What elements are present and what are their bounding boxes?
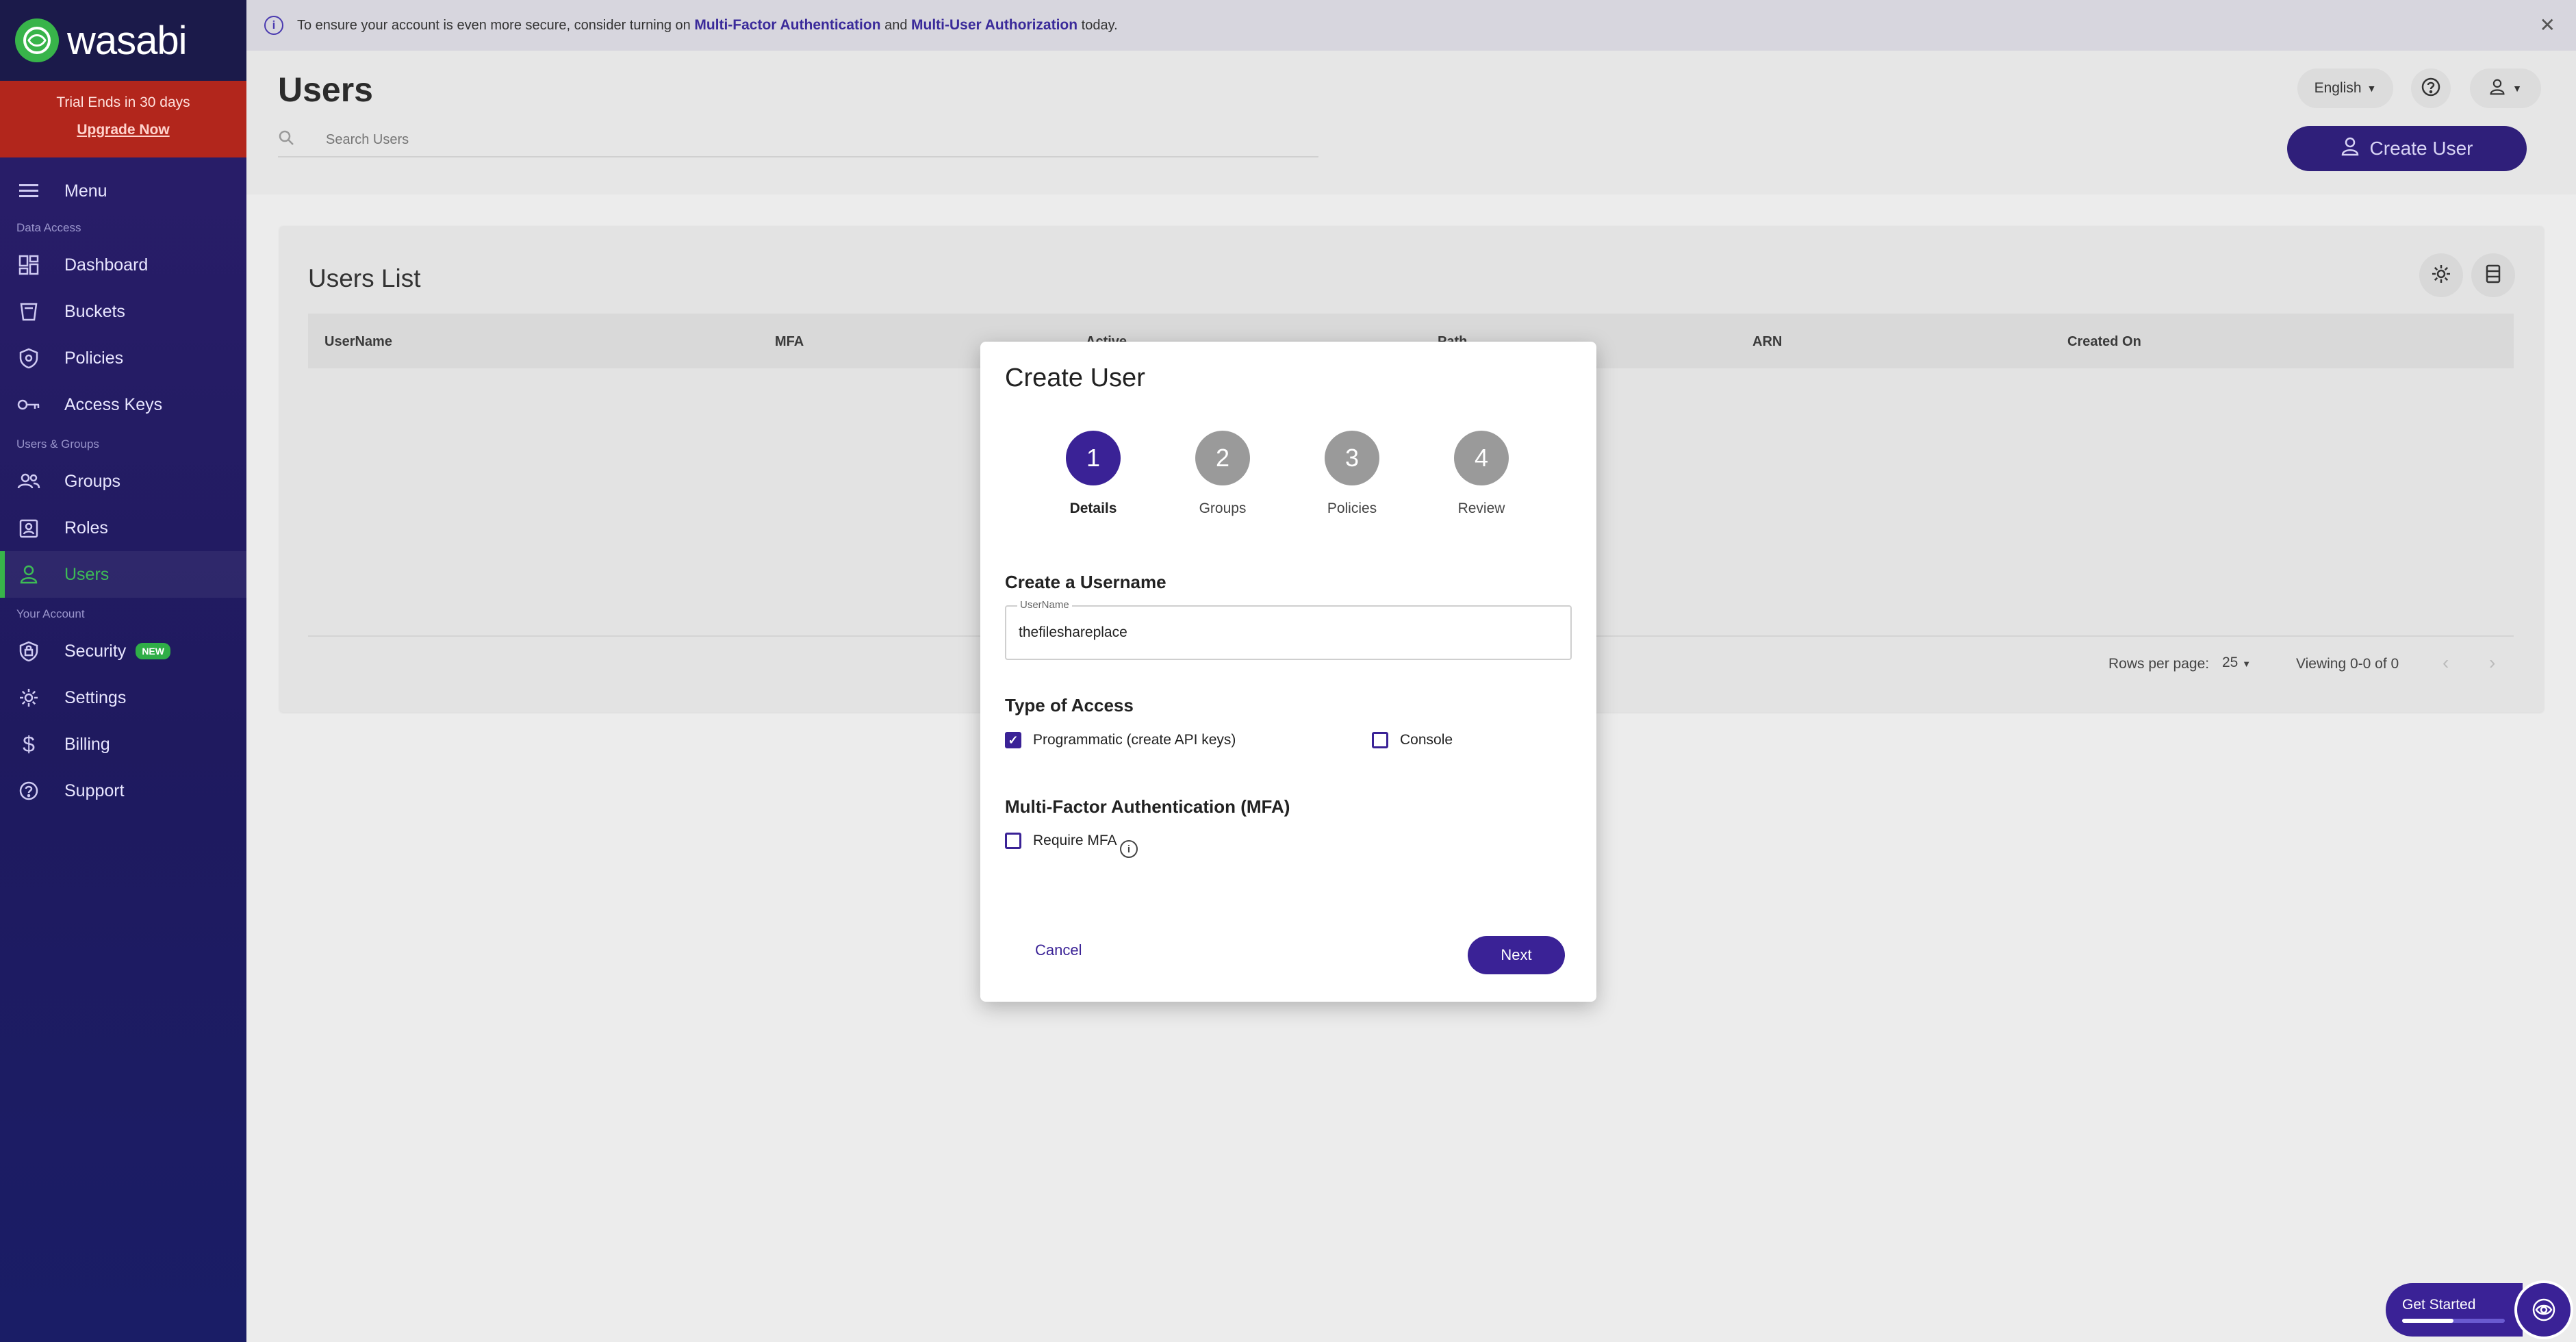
mfa-link[interactable]: Multi-Factor Authentication — [694, 17, 880, 34]
trial-text: Trial Ends in 30 days — [56, 94, 190, 110]
logo[interactable]: wasabi — [0, 0, 246, 81]
section-label-users-groups: Users & Groups — [16, 438, 99, 451]
help-circle-icon — [16, 778, 41, 803]
mua-link[interactable]: Multi-User Authorization — [911, 17, 1077, 34]
sidebar-item-label: Users — [64, 564, 110, 584]
sidebar-item-buckets[interactable]: Buckets — [0, 288, 246, 335]
sidebar-item-dashboard[interactable]: Dashboard — [0, 242, 246, 288]
sidebar-item-users[interactable]: Users — [0, 551, 246, 598]
next-button[interactable]: Next — [1468, 936, 1565, 974]
sidebar-item-label: Billing — [64, 734, 110, 754]
sidebar-item-label: Access Keys — [64, 394, 163, 414]
mfa-heading: Multi-Factor Authentication (MFA) — [1005, 796, 1290, 817]
sidebar-item-label: Settings — [64, 687, 127, 707]
sidebar-item-label: Roles — [64, 518, 108, 537]
step-label: Groups — [1199, 501, 1247, 516]
logo-text: wasabi — [67, 18, 188, 63]
sidebar-item-label: Policies — [64, 348, 124, 368]
sidebar-item-groups[interactable]: Groups — [0, 458, 246, 505]
step-2: 2 Groups — [1195, 431, 1250, 517]
sidebar-item-billing[interactable]: $ Billing — [0, 721, 246, 768]
upgrade-now-link[interactable]: Upgrade Now — [77, 122, 169, 138]
step-label: Review — [1457, 501, 1505, 516]
security-banner: i To ensure your account is even more se… — [246, 0, 2576, 51]
sidebar-item-security[interactable]: Security NEW — [0, 628, 246, 674]
wasabi-logo-icon — [15, 18, 59, 62]
help-assistant-icon[interactable] — [2514, 1280, 2573, 1339]
gear-icon — [16, 685, 41, 710]
badge-icon — [16, 516, 41, 540]
sidebar-item-label: Groups — [64, 471, 120, 491]
get-started-label: Get Started — [2402, 1297, 2476, 1313]
step-4: 4 Review — [1454, 431, 1509, 517]
dashboard-icon — [16, 253, 41, 277]
step-number: 1 — [1066, 431, 1121, 485]
cancel-button[interactable]: Cancel — [1035, 941, 1082, 959]
sidebar-item-settings[interactable]: Settings — [0, 674, 246, 721]
section-label-your-account: Your Account — [16, 607, 85, 620]
sidebar-item-label: Dashboard — [64, 255, 149, 275]
require-mfa-checkbox[interactable] — [1005, 833, 1021, 849]
section-label-data-access: Data Access — [16, 221, 81, 234]
console-checkbox[interactable] — [1372, 732, 1388, 748]
progress-bar — [2402, 1319, 2505, 1323]
sidebar-item-policies[interactable]: Policies — [0, 335, 246, 381]
hamburger-icon — [16, 179, 41, 203]
username-heading: Create a Username — [1005, 572, 1166, 592]
dialog-title: Create User — [1005, 364, 1145, 392]
step-label: Policies — [1327, 501, 1377, 516]
sidebar: wasabi Trial Ends in 30 days Upgrade Now… — [0, 0, 246, 1342]
username-field-label: UserName — [1017, 599, 1072, 611]
menu-label: Menu — [64, 181, 107, 201]
banner-text-before: To ensure your account is even more secu… — [297, 17, 691, 33]
info-icon[interactable]: i — [1120, 840, 1138, 858]
shield-lock-icon — [16, 639, 41, 663]
sidebar-item-label: Security — [64, 641, 127, 661]
dollar-icon: $ — [23, 731, 35, 757]
menu-toggle[interactable]: Menu — [0, 168, 246, 214]
require-mfa-label: Require MFA — [1033, 833, 1117, 848]
shield-icon — [16, 346, 41, 370]
sidebar-item-label: Buckets — [64, 301, 125, 321]
console-label: Console — [1400, 732, 1453, 748]
step-number: 4 — [1454, 431, 1509, 485]
banner-text-middle: and — [884, 17, 908, 33]
username-input[interactable] — [1019, 624, 1553, 641]
key-icon — [16, 392, 41, 417]
username-field[interactable]: UserName — [1005, 599, 1572, 660]
progress-fill — [2402, 1319, 2453, 1323]
check-icon: ✓ — [1008, 733, 1019, 747]
bucket-icon — [16, 299, 41, 324]
programmatic-label: Programmatic (create API keys) — [1033, 732, 1236, 748]
group-icon — [16, 469, 41, 494]
programmatic-checkbox[interactable]: ✓ — [1005, 732, 1021, 748]
new-badge: NEW — [136, 643, 170, 659]
access-heading: Type of Access — [1005, 695, 1134, 716]
info-icon: i — [264, 16, 283, 35]
create-user-dialog: Create User 1 Details 2 Groups 3 Policie… — [980, 342, 1596, 1002]
sidebar-item-label: Support — [64, 781, 125, 800]
get-started-widget[interactable]: Get Started — [2386, 1283, 2523, 1337]
banner-text-after: today. — [1081, 17, 1118, 33]
step-1: 1 Details — [1066, 431, 1121, 517]
trial-banner: Trial Ends in 30 days Upgrade Now — [0, 81, 246, 157]
close-icon[interactable]: ✕ — [2540, 14, 2555, 36]
sidebar-item-roles[interactable]: Roles — [0, 505, 246, 551]
step-number: 3 — [1325, 431, 1379, 485]
step-label: Details — [1069, 501, 1117, 516]
sidebar-item-access-keys[interactable]: Access Keys — [0, 381, 246, 428]
step-number: 2 — [1195, 431, 1250, 485]
sidebar-item-support[interactable]: Support — [0, 768, 246, 814]
step-3: 3 Policies — [1325, 431, 1379, 517]
user-icon — [16, 562, 41, 587]
